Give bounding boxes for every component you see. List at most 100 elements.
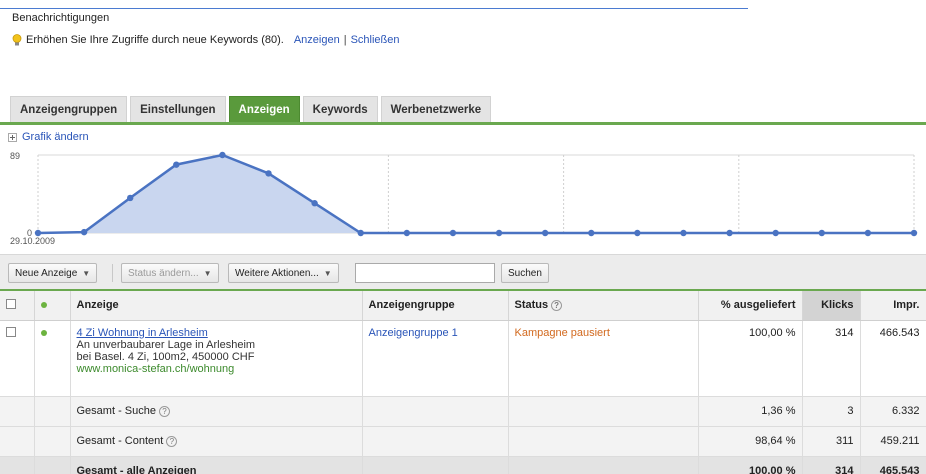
lightbulb-icon: [12, 34, 22, 46]
total-served: 100,00 %: [698, 456, 803, 474]
help-icon[interactable]: ?: [158, 405, 170, 417]
search-input[interactable]: [355, 263, 495, 283]
select-all-checkbox[interactable]: [6, 298, 16, 309]
ad-description-line-1: An unverbaubarer Lage in Arlesheim: [76, 338, 256, 351]
chart-point: [449, 229, 457, 237]
chart-area-fill: [38, 155, 914, 233]
column-header-served[interactable]: % ausgeliefert: [698, 291, 803, 321]
new-ad-label: Neue Anzeige: [15, 267, 78, 279]
chart-point: [219, 151, 226, 159]
performance-chart: 89 0 29.10.2009: [10, 151, 918, 246]
select-all-cell: [0, 291, 35, 321]
column-header-ad[interactable]: Anzeige: [70, 291, 363, 321]
chart-point: [726, 229, 733, 237]
chart-point: [127, 194, 134, 202]
chart-point: [80, 228, 88, 236]
notification-top-rule: [0, 8, 748, 9]
chevron-down-icon: ▼: [82, 268, 91, 278]
chart-point: [357, 229, 364, 237]
chart-point: [910, 229, 918, 237]
table-row: 4 Zi Wohnung in Arlesheim An unverbaubar…: [0, 320, 926, 397]
total-clicks: 314: [802, 456, 861, 474]
total-row-content: Gesamt - Content? 98,64 % 311 459.211: [0, 426, 926, 457]
tab-ads[interactable]: Anzeigen: [228, 96, 300, 122]
column-header-status[interactable]: Status?: [508, 291, 699, 321]
ads-toolbar: Neue Anzeige ▼ Status ändern... ▼ Weitere …: [0, 254, 926, 290]
total-impr: 6.332: [860, 396, 926, 427]
table-header-row: Anzeige Anzeigengruppe Status? % ausgeli…: [0, 291, 926, 321]
chart-toggle[interactable]: Grafik ändern: [8, 131, 89, 143]
change-status-button[interactable]: Status ändern... ▼: [121, 263, 219, 283]
notification-title: Benachrichtigungen: [12, 12, 110, 24]
ad-title-link[interactable]: 4 Zi Wohnung in Arlesheim: [77, 327, 356, 339]
tab-underline: [0, 122, 926, 125]
chevron-down-icon: ▼: [203, 268, 212, 278]
change-status-label: Status ändern...: [128, 267, 199, 279]
chart-point: [772, 229, 779, 237]
total-clicks: 311: [802, 426, 861, 457]
row-checkbox[interactable]: [6, 326, 16, 337]
chart-point: [173, 161, 180, 168]
total-row-search: Gesamt - Suche? 1,36 % 3 6.332: [0, 396, 926, 427]
status-text: Kampagne pausiert: [514, 326, 610, 339]
ad-description-line-2: bei Basel. 4 Zi, 100m2, 450000 CHF: [76, 350, 255, 363]
chart-point: [311, 200, 318, 207]
adgroup-cell: Anzeigengruppe 1: [362, 320, 509, 397]
total-served: 98,64 %: [698, 426, 803, 457]
help-icon[interactable]: ?: [551, 299, 563, 311]
notification-message-row: Erhöhen Sie Ihre Zugriffe durch neue Key…: [12, 34, 400, 46]
total-label-cell: Gesamt - Content?: [70, 426, 363, 457]
status-dot-header: [34, 291, 71, 321]
chart-point: [265, 170, 272, 177]
column-header-status-label: Status: [514, 299, 549, 312]
adgroup-link[interactable]: Anzeigengruppe 1: [369, 327, 458, 339]
tab-networks[interactable]: Werbenetzwerke: [380, 96, 492, 122]
chart-point: [541, 229, 549, 237]
column-header-adgroup[interactable]: Anzeigengruppe: [362, 291, 509, 321]
toolbar-divider: [112, 264, 113, 282]
tab-settings[interactable]: Einstellungen: [130, 96, 226, 122]
more-actions-label: Weitere Aktionen...: [235, 267, 319, 279]
chart-point: [864, 229, 872, 237]
chart-point: [634, 229, 641, 237]
ad-display-url: www.monica-stefan.ch/wohnung: [76, 362, 235, 375]
total-label-cell: Gesamt - alle Anzeigen: [70, 456, 363, 474]
served-cell: 100,00 %: [698, 320, 803, 397]
total-served: 1,36 %: [698, 396, 803, 427]
status-cell: Kampagne pausiert: [508, 320, 699, 397]
ad-cell: 4 Zi Wohnung in Arlesheim An unverbaubar…: [70, 320, 363, 397]
search-button[interactable]: Suchen: [501, 263, 549, 283]
x-start-label: 29.10.2009: [10, 236, 55, 246]
help-icon[interactable]: ?: [166, 435, 178, 447]
chart-point: [495, 229, 503, 237]
chart-point: [403, 229, 411, 237]
new-ad-button[interactable]: Neue Anzeige ▼: [8, 263, 98, 283]
status-dot-icon: [40, 302, 47, 309]
total-label-cell: Gesamt - Suche?: [70, 396, 363, 427]
tab-keywords[interactable]: Keywords: [302, 96, 378, 122]
total-label: Gesamt - Suche: [76, 405, 156, 417]
link-separator: |: [343, 34, 347, 46]
total-row-all: Gesamt - alle Anzeigen 100,00 % 314 465.…: [0, 456, 926, 474]
expand-icon: [8, 132, 17, 142]
chart-point: [818, 229, 825, 237]
chart-point: [588, 229, 595, 237]
ads-table: Anzeige Anzeigengruppe Status? % ausgeli…: [0, 291, 926, 474]
show-keywords-link[interactable]: Anzeigen: [294, 34, 340, 46]
chevron-down-icon: ▼: [323, 268, 332, 278]
chart-point: [680, 229, 687, 237]
close-notification-link[interactable]: Schließen: [351, 34, 400, 46]
impr-cell: 466.543: [860, 320, 926, 397]
total-impr: 465.543: [860, 456, 926, 474]
tab-adgroups[interactable]: Anzeigengruppen: [10, 96, 128, 122]
status-dot-icon: [40, 329, 47, 336]
column-header-clicks[interactable]: Klicks: [802, 291, 861, 321]
y-max-label: 89: [10, 151, 20, 161]
tab-bar: Anzeigengruppen Einstellungen Anzeigen K…: [10, 96, 492, 122]
more-actions-button[interactable]: Weitere Aktionen... ▼: [228, 263, 339, 283]
total-impr: 459.211: [860, 426, 926, 457]
notification-message: Erhöhen Sie Ihre Zugriffe durch neue Key…: [26, 34, 284, 46]
clicks-cell: 314: [802, 320, 861, 397]
column-header-impr[interactable]: Impr.: [860, 291, 926, 321]
row-status-cell: [34, 320, 71, 397]
